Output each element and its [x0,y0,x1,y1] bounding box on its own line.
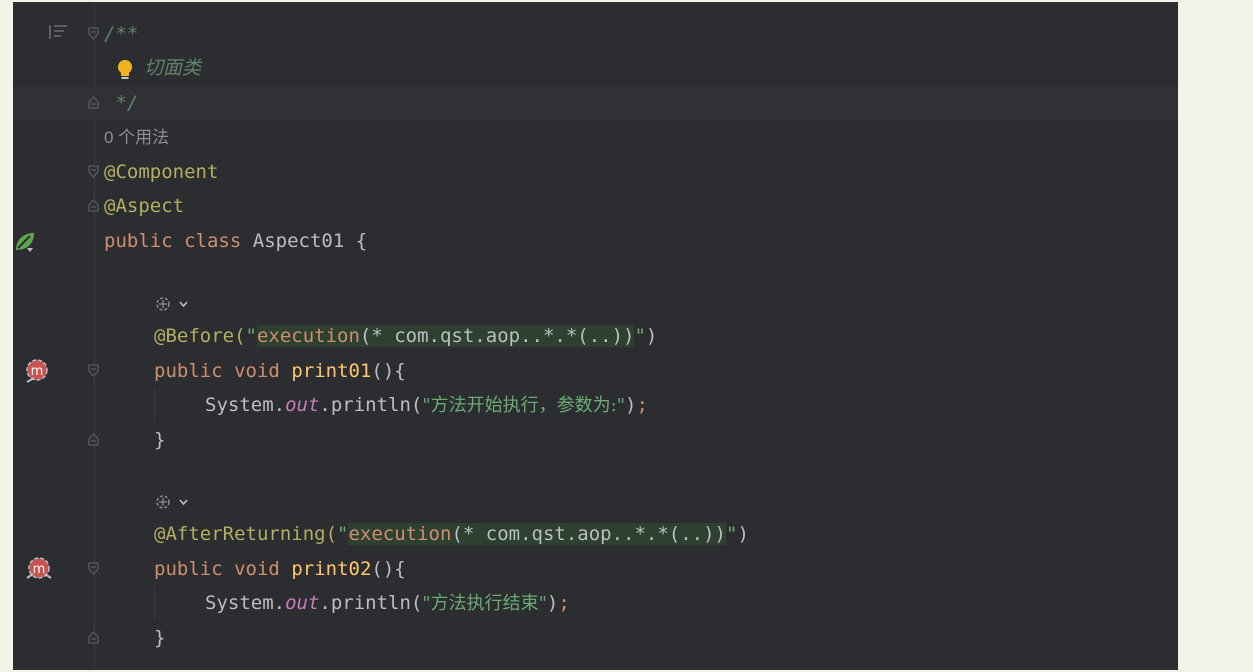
string-quote: " [245,325,257,347]
method-paren: (){ [371,360,406,382]
method-println: .println( [319,592,423,614]
code-line: @Component [13,155,1178,189]
annotation-afterreturning: @AfterReturning( [154,523,338,545]
doc-comment-text: 切面类 [144,57,202,79]
fold-end-icon[interactable] [87,433,100,446]
method-paren: (){ [371,558,406,580]
code-line [13,484,1178,518]
paren: ) [624,394,637,416]
injected-pointcut: execution(* com.qst.aop..*.*(..)) [348,523,726,545]
inlay-hint-icon[interactable] [154,294,192,314]
usages-inlay-hint[interactable]: 0 个用法 [104,127,169,149]
doc-comment-start: /** [104,23,139,45]
code-line: public class Aspect01 { [13,224,1178,258]
method-name: print02 [291,558,372,580]
code-line: m public void print01(){ [13,354,1178,388]
code-text: 切面类 [144,57,201,79]
code-line: System.out.println("方法执行结束"); [13,586,1178,620]
paren: ) [737,523,749,545]
code-text: public void print01(){ [154,360,406,382]
fold-end-icon[interactable] [87,96,100,109]
paren: ) [546,592,559,614]
code-line: /** [13,17,1178,51]
pointcut-execution: execution [256,325,360,347]
code-line: } [13,423,1178,457]
static-field-out: out [285,394,320,416]
svg-text:m: m [31,364,44,379]
class-system: System. [205,592,286,614]
keyword-public: public [154,558,223,580]
code-text: /** [104,23,138,45]
pointcut-args: (* com.qst.aop..*.*(..)) [451,523,726,545]
code-line: @Before("execution(* com.qst.aop..*.*(..… [13,319,1178,353]
fold-collapse-icon[interactable] [87,364,100,377]
code-text: @Before("execution(* com.qst.aop..*.*(..… [154,325,657,347]
code-text: System.out.println("方法开始执行，参数为:"); [205,394,648,417]
code-text: } [154,627,165,649]
annotation-aspect: @Aspect [104,195,185,217]
code-text: @Aspect [104,195,184,217]
keyword-class: class [184,230,242,252]
method-println: .println( [319,394,423,416]
code-line-current: */ [13,86,1178,120]
fold-end-icon[interactable] [87,199,100,212]
code-line: @AfterReturning("execution(* com.qst.aop… [13,517,1178,551]
string-literal: "方法开始执行，参数为:" [422,395,625,416]
pointcut-args: (* com.qst.aop..*.*(..)) [359,325,635,347]
code-line: 切面类 [13,51,1178,85]
paren: ) [645,325,658,347]
inlay-hint-icon[interactable] [154,492,192,512]
injected-pointcut: execution(* com.qst.aop..*.*(..)) [256,325,635,347]
annotation-before: @Before( [154,325,246,347]
code-line: System.out.println("方法开始执行，参数为:"); [13,388,1178,422]
code-text: @Component [104,161,218,183]
keyword-public: public [154,360,223,382]
code-line: 0 个用法 [13,120,1178,154]
code-text: public class Aspect01 { [104,230,367,252]
keyword-void: void [234,558,280,580]
keyword-public: public [104,230,173,252]
fold-collapse-icon[interactable] [87,27,100,40]
code-text: */ [104,92,138,114]
string-quote: " [725,523,738,545]
string-quote: " [337,523,349,545]
aop-advice-icon[interactable]: m [24,556,58,582]
code-line: } [13,621,1178,655]
code-text: @AfterReturning("execution(* com.qst.aop… [154,523,749,545]
semicolon: ; [636,394,648,416]
code-line: m public void print02(){ [13,552,1178,586]
keyword-void: void [234,360,280,382]
fold-collapse-icon[interactable] [87,562,100,575]
doc-comment-end: */ [115,92,139,114]
aop-advice-icon[interactable]: m [24,358,54,384]
method-name: print01 [291,360,372,382]
fold-end-icon[interactable] [87,631,100,644]
code-editor[interactable]: /** 切面类 */ 0 个用法 @Component @Aspect publ… [13,2,1178,670]
code-text: public void print02(){ [154,558,406,580]
string-literal: "方法执行结束" [422,593,547,614]
string-quote: " [634,325,646,347]
code-line: @Aspect [13,189,1178,223]
pointcut-execution: execution [348,523,452,545]
fold-collapse-icon[interactable] [87,165,100,178]
closing-brace: } [154,429,166,451]
code-text: System.out.println("方法执行结束"); [205,592,570,615]
semicolon: ; [558,592,570,614]
code-text: } [154,429,165,451]
code-line [13,286,1178,320]
closing-brace: } [154,627,166,649]
lightbulb-icon[interactable] [116,59,134,81]
class-name: Aspect01 { [252,230,368,252]
svg-text:m: m [33,562,46,577]
static-field-out: out [285,592,320,614]
annotation-component: @Component [104,161,219,183]
spring-bean-icon[interactable] [13,230,37,254]
class-system: System. [205,394,286,416]
